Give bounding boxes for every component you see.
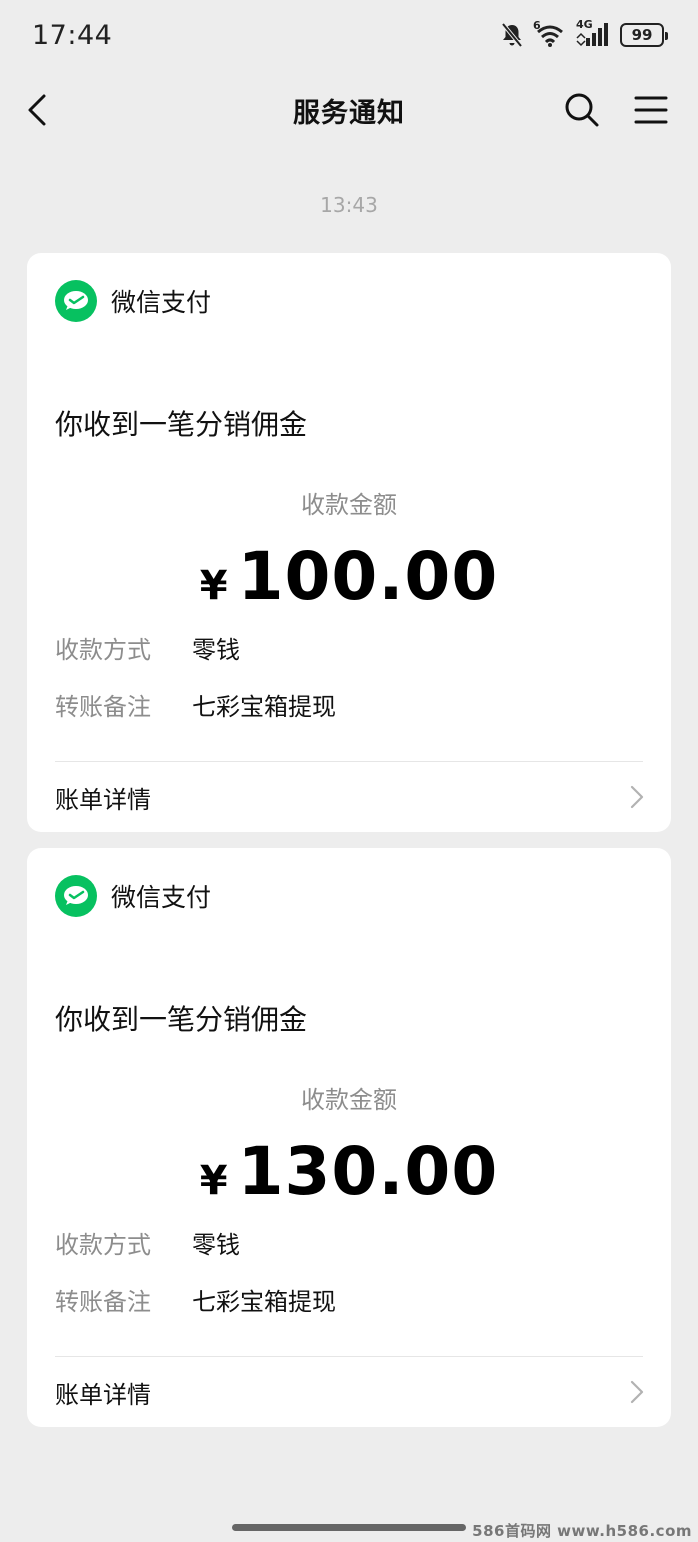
home-indicator[interactable] <box>232 1524 466 1531</box>
detail-row-transfer-note: 转账备注 七彩宝箱提现 <box>55 687 336 722</box>
nav-bar: 服务通知 <box>0 70 698 150</box>
currency-symbol: ¥ <box>199 563 228 609</box>
detail-key: 转账备注 <box>55 1288 151 1316</box>
wifi-icon: 6 <box>533 19 566 48</box>
wechat-pay-icon <box>55 280 97 322</box>
card-header: 微信支付 <box>55 280 211 322</box>
chevron-right-icon <box>630 785 644 809</box>
card-title: 你收到一笔分销佣金 <box>55 1003 308 1036</box>
detail-key: 收款方式 <box>55 636 151 664</box>
detail-key: 转账备注 <box>55 693 151 721</box>
status-bar: 17:44 6 4G 99 <box>0 0 698 70</box>
detail-key: 收款方式 <box>55 1231 151 1259</box>
message-timestamp: 13:43 <box>320 193 378 217</box>
detail-value: 七彩宝箱提现 <box>192 1288 336 1316</box>
status-icons: 6 4G 99 <box>500 18 668 48</box>
wechat-pay-icon <box>55 875 97 917</box>
amount-value: 100.00 <box>237 538 499 615</box>
detail-row-payment-method: 收款方式 零钱 <box>55 1225 240 1260</box>
card-app-name: 微信支付 <box>111 883 212 912</box>
card-title: 你收到一笔分销佣金 <box>55 408 308 441</box>
watermark: 586首码网 www.h586.com <box>472 1522 692 1540</box>
page-title: 服务通知 <box>293 97 405 129</box>
search-icon[interactable] <box>562 90 602 130</box>
bill-details-link[interactable]: 账单详情 <box>27 1357 671 1427</box>
detail-value: 零钱 <box>192 1231 240 1259</box>
amount: ¥ 100.00 <box>27 538 671 615</box>
signal-icon: 4G <box>576 18 610 48</box>
chevron-right-icon <box>630 1380 644 1404</box>
bill-details-label: 账单详情 <box>55 1380 151 1409</box>
bill-details-link[interactable]: 账单详情 <box>27 762 671 832</box>
card-header: 微信支付 <box>55 875 211 917</box>
detail-value: 七彩宝箱提现 <box>192 693 336 721</box>
detail-row-payment-method: 收款方式 零钱 <box>55 630 240 665</box>
payment-notification-card[interactable]: 微信支付 你收到一笔分销佣金 收款金额 ¥ 130.00 收款方式 零钱 转账备… <box>27 848 671 1427</box>
payment-notification-card[interactable]: 微信支付 你收到一笔分销佣金 收款金额 ¥ 100.00 收款方式 零钱 转账备… <box>27 253 671 832</box>
detail-value: 零钱 <box>192 636 240 664</box>
amount-label: 收款金额 <box>301 1086 397 1114</box>
amount-label: 收款金额 <box>301 491 397 519</box>
chevron-left-icon[interactable] <box>22 92 52 128</box>
status-time: 17:44 <box>32 19 113 51</box>
detail-row-transfer-note: 转账备注 七彩宝箱提现 <box>55 1282 336 1317</box>
battery-icon: 99 <box>620 23 668 47</box>
amount: ¥ 130.00 <box>27 1133 671 1210</box>
card-app-name: 微信支付 <box>111 288 212 317</box>
currency-symbol: ¥ <box>199 1158 228 1204</box>
bill-details-label: 账单详情 <box>55 785 151 814</box>
menu-icon[interactable] <box>634 92 668 128</box>
battery-level: 99 <box>631 26 653 44</box>
bell-muted-icon <box>501 22 523 48</box>
amount-value: 130.00 <box>237 1133 499 1210</box>
